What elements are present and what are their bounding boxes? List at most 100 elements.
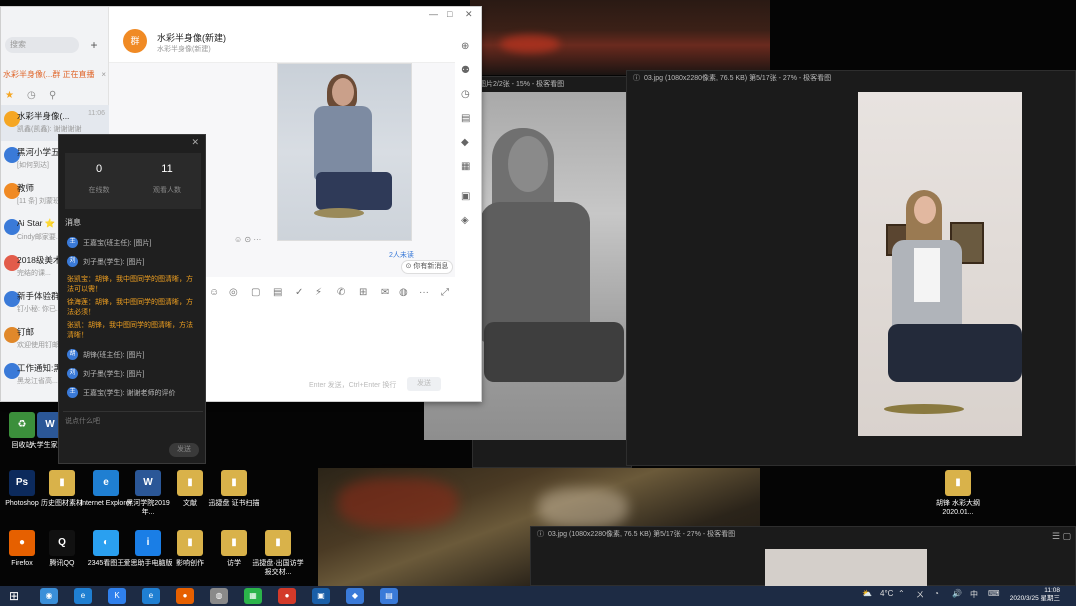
window-controls: — □ ✕ (425, 9, 483, 23)
desktop-icon-label: 2345看图王 (87, 560, 125, 567)
image-message[interactable] (277, 63, 412, 241)
clock[interactable]: 11:08 2020/3/25 星期三 (1010, 587, 1060, 603)
taskbar-app-icon[interactable]: ◉ (40, 588, 58, 604)
desktop-icon-label: 访学 (227, 560, 241, 567)
search-input[interactable]: 搜索 (5, 37, 79, 53)
send-hint: Enter 发送，Ctrl+Enter 换行 (309, 382, 397, 389)
message-reaction-icons[interactable]: ☺ ⊙ ··· (234, 235, 261, 244)
taskbar-app-icon[interactable]: ▦ (244, 588, 262, 604)
mail-icon[interactable]: ✉ (381, 287, 389, 298)
live-class-panel[interactable]: ✕ 0 在线数 11 观看人数 消息 王 王嘉宝(班主任): [图片] 刘 刘子… (58, 134, 206, 464)
group-avatar[interactable]: 群 (123, 29, 147, 53)
taskbar-app-icon[interactable]: ▤ (380, 588, 398, 604)
filter-tab-icon[interactable]: ⚲ (49, 90, 56, 101)
desktop-icon[interactable]: ▮ 迅捷盘 证书扫描 (206, 470, 262, 508)
sidebar-tabs: ★ ◷ ⚲ (1, 87, 109, 107)
viewer-title: ⓘ 03.jpg (1080x2280像素, 76.5 KB) 第5/17张 - … (537, 531, 736, 538)
app-icon: e (93, 470, 119, 496)
viewer-controls[interactable]: ☰ ▢ (1052, 531, 1071, 542)
flash-icon[interactable]: ⚡ (315, 287, 322, 298)
app-icon: ▮ (49, 470, 75, 496)
conversation-name: 钉邮 (17, 327, 35, 337)
folder-icon[interactable]: ▢ (251, 287, 260, 298)
close-button[interactable]: ✕ (465, 9, 473, 20)
tray-icon[interactable]: ◔ (934, 589, 939, 598)
app-icon: W (135, 470, 161, 496)
add-button[interactable]: + (87, 37, 101, 53)
taskbar-app-icon[interactable]: e (74, 588, 92, 604)
app-icon: ▮ (221, 530, 247, 556)
maximize-button[interactable]: □ (447, 9, 452, 19)
taskbar-app-icon[interactable]: ● (176, 588, 194, 604)
panel-send-button[interactable]: 发送 (169, 443, 199, 457)
taskbar-app-icon[interactable]: ▣ (312, 588, 330, 604)
chat-subtitle: 水彩半身像(新建) (157, 46, 211, 53)
unread-count[interactable]: 2人未读 (389, 250, 414, 260)
more-options-icon[interactable]: ⊕ (461, 41, 469, 52)
tray-icon[interactable]: 中 (970, 589, 978, 600)
live-icon[interactable]: ▣ (461, 191, 470, 202)
recent-tab-icon[interactable]: ◷ (27, 90, 36, 101)
screenshot-icon[interactable]: ⊞ (359, 287, 367, 298)
taskbar-app-icon[interactable]: e (142, 588, 160, 604)
taskbar-app-icon[interactable]: ◍ (210, 588, 228, 604)
task-icon[interactable]: ✓ (295, 287, 303, 298)
history-icon[interactable]: ◷ (461, 89, 470, 100)
star-tab-icon[interactable]: ★ (5, 90, 14, 101)
close-icon[interactable]: × (101, 67, 106, 83)
start-button[interactable]: ⊞ (6, 588, 22, 604)
image-viewer-bottom[interactable]: ⓘ 03.jpg (1080x2280像素, 76.5 KB) 第5/17张 - … (530, 526, 1076, 587)
panel-message-input[interactable]: 说点什么吧 发送 (63, 411, 203, 461)
conversation-snippet: 钉小秘: 你已... (17, 306, 62, 313)
ding-icon[interactable]: ◍ (399, 287, 408, 298)
stat-online: 0 在线数 (88, 163, 110, 194)
viewer-title: 图片2/2张 - 15% - 极客看图 (479, 81, 565, 88)
calendar-icon[interactable]: ▦ (461, 161, 470, 172)
mention-icon[interactable]: ◎ (229, 287, 238, 298)
tray-icon[interactable]: ⌨ (988, 589, 1000, 598)
tray-icon[interactable]: 4°C (880, 589, 893, 598)
tray-icon[interactable]: 🔊 (952, 589, 962, 598)
announcement-icon[interactable]: ◆ (461, 137, 469, 148)
add-member-icon[interactable]: ⚉ (461, 65, 470, 76)
desktop-icon[interactable]: ▮ 胡锋 水彩大纲2020.01... (930, 470, 986, 517)
minimize-button[interactable]: — (429, 9, 438, 19)
desktop-icon-label: 胡锋 水彩大纲2020.01... (936, 500, 980, 516)
avatar: 王 (67, 387, 78, 398)
phone-icon[interactable]: ✆ (337, 287, 345, 298)
expand-icon[interactable]: ⤢ (441, 287, 449, 298)
app-icon: ▮ (221, 470, 247, 496)
chat-side-toolbar: ⊕ ⚉ ◷ ▤ ◆ ▦ ▣ ◈ (455, 33, 481, 283)
avatar: 胡 (67, 349, 78, 360)
emoji-icon[interactable]: ☺ (209, 287, 219, 298)
tray-icon[interactable]: ⛅ (862, 589, 872, 598)
tray-icon[interactable]: ⌃ (898, 589, 905, 598)
desktop-icon-label: 文献 (183, 500, 197, 507)
tray-icon[interactable]: ㄨ (916, 589, 924, 600)
document-icon[interactable]: ▤ (273, 287, 282, 298)
live-notice[interactable]: 水彩半身像(...群 正在直播 × (1, 67, 109, 83)
taskbar-app-icon[interactable]: K (108, 588, 126, 604)
taskbar-app-icon[interactable]: ● (278, 588, 296, 604)
highlight-message: 张凯宝：胡锋，我中图同学的图清晰，方法可以需！ (67, 276, 193, 293)
avatar: 刘 (67, 256, 78, 267)
desktop-icon-label: 历史图材素材 (41, 500, 83, 507)
app-icon: ▮ (177, 470, 203, 496)
app-icon: ▮ (265, 530, 291, 556)
more-icon[interactable]: ··· (419, 287, 429, 298)
app-icon: Ps (9, 470, 35, 496)
close-icon[interactable]: ✕ (191, 137, 199, 148)
stats-box: 0 在线数 11 观看人数 (65, 153, 201, 209)
avatar: 王 (67, 237, 78, 248)
send-button[interactable]: 发送 (407, 377, 441, 391)
input-toolbar: ☺ ◎ ▢ ▤ ✓ ⚡ ✆ ⊞ ✉ ◍ ··· ⤢ (201, 287, 455, 305)
desktop-icon[interactable]: ▮ 迅捷盘·出国访学报交材... (250, 530, 306, 577)
taskbar-app-icon[interactable]: ◆ (346, 588, 364, 604)
desktop-icon-label: 影响创作 (176, 560, 204, 567)
apps-icon[interactable]: ◈ (461, 215, 469, 226)
app-icon: ◐ (93, 530, 119, 556)
files-icon[interactable]: ▤ (461, 113, 470, 124)
new-message-button[interactable]: ⊙ 你有新消息 (401, 260, 453, 274)
app-icon: ▮ (177, 530, 203, 556)
conversation-snippet: 凯鑫(凯鑫): 谢谢谢谢 (17, 126, 82, 133)
